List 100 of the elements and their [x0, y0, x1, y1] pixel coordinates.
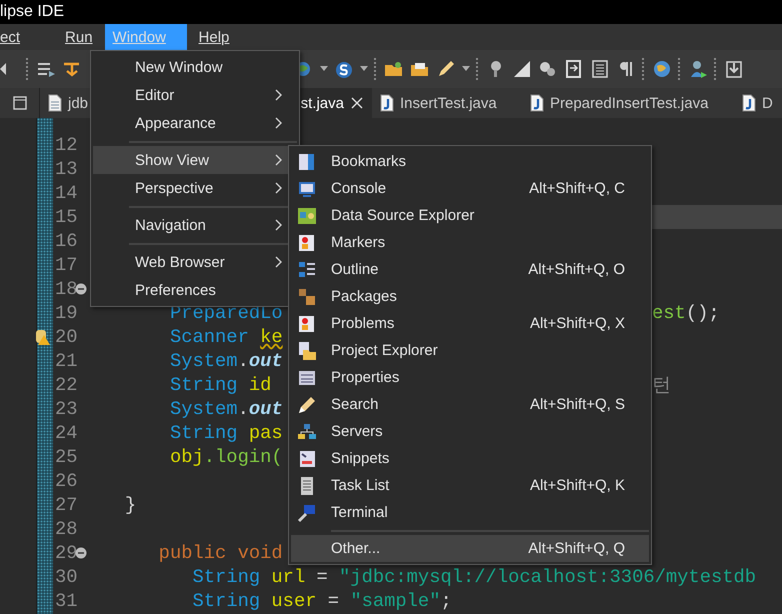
line-number: 31: [54, 590, 78, 612]
java-file-icon: [742, 94, 756, 112]
code-text: .login(: [204, 446, 283, 468]
code-text: out: [248, 350, 283, 372]
menu-item[interactable]: Packages: [291, 283, 649, 310]
close-icon: [350, 96, 364, 110]
code-text: out: [248, 398, 283, 420]
download-icon[interactable]: [724, 59, 744, 79]
line-number: 18: [53, 278, 78, 300]
map-icon: [297, 206, 317, 226]
window-title: lipse IDE: [0, 3, 64, 21]
fold-icon: [75, 283, 87, 295]
triangle-icon[interactable]: [512, 59, 532, 79]
gears-icon[interactable]: [538, 59, 558, 79]
card-icon: [297, 314, 317, 334]
code-text: url: [271, 566, 306, 588]
java-file-icon: [530, 94, 544, 112]
code-text: public void: [158, 542, 283, 564]
code-text: user: [271, 590, 316, 612]
line-number: 23: [54, 398, 78, 420]
caret-icon: [320, 66, 328, 72]
code-text: String: [170, 422, 238, 444]
line-number: 12: [54, 134, 78, 156]
chevron-icon: [275, 117, 283, 129]
line-number: 20: [53, 326, 78, 348]
menu-item[interactable]: Servers: [291, 418, 649, 445]
line-number: 21: [54, 350, 78, 372]
maximize-icon: [12, 96, 26, 110]
line-number: 25: [54, 446, 78, 468]
line-number: 17: [54, 254, 78, 276]
menu-title[interactable]: Help: [190, 24, 238, 50]
line-number: 24: [54, 422, 78, 444]
code-text: PreparedLo: [170, 302, 283, 324]
menu-item[interactable]: Snippets: [291, 445, 649, 472]
line-number: 13: [54, 158, 78, 180]
code-text: pas: [248, 422, 283, 444]
chevron-icon: [275, 182, 283, 194]
line-number: 14: [54, 182, 78, 204]
code-text: "jdbc:mysql://localhost:3306/mytestdb: [339, 566, 756, 588]
boxes-icon: [297, 286, 317, 306]
caret-icon: [360, 66, 368, 72]
code-text: obj: [170, 446, 204, 468]
s-badge-icon[interactable]: [334, 59, 354, 79]
network-icon: [297, 422, 317, 442]
code-text: Scanner: [170, 326, 249, 348]
menu-title[interactable]: ect: [0, 24, 28, 50]
caret-icon: [462, 66, 470, 72]
menu-item[interactable]: Properties: [291, 364, 649, 391]
code-text: String: [170, 374, 238, 396]
document-icon: [48, 94, 62, 112]
fold-icon: [75, 547, 87, 559]
code-text: "sample": [350, 590, 440, 612]
person-icon[interactable]: [688, 59, 708, 79]
line-number: 27: [54, 494, 78, 516]
terminal-icon: [297, 502, 317, 522]
chevron-icon: [275, 256, 283, 268]
chevron-icon: [275, 89, 283, 101]
chevron-icon: [275, 154, 283, 166]
menu-item[interactable]: New Window: [93, 53, 297, 81]
line-number: 19: [54, 302, 78, 324]
menu-title[interactable]: Run: [57, 24, 101, 50]
code-text: =: [316, 566, 328, 588]
line-number: 30: [54, 566, 78, 588]
code-text: String: [192, 590, 260, 612]
code-text: }: [124, 494, 136, 516]
code-text: ();: [686, 302, 720, 324]
code-text: =: [328, 590, 340, 612]
menu-item[interactable]: Other... Alt+Shift+Q, Q: [291, 535, 649, 562]
line-number: 26: [54, 470, 78, 492]
globe-icon[interactable]: [652, 59, 672, 79]
pen-icon[interactable]: [436, 59, 456, 79]
code-text: est: [652, 302, 686, 324]
code-text: System: [170, 398, 238, 420]
code-text: 턴: [652, 374, 671, 398]
menu-item[interactable]: Problems Alt+Shift+Q, X: [291, 310, 649, 337]
menu-item[interactable]: Terminal: [291, 499, 649, 526]
menu-item[interactable]: Task List Alt+Shift+Q, K: [291, 472, 649, 499]
folder-icon: [297, 340, 317, 360]
chevron-icon: [275, 219, 283, 231]
code-text: ;: [440, 590, 452, 612]
code-text: String: [192, 566, 260, 588]
java-file-icon: [380, 94, 394, 112]
line-number: 16: [54, 230, 78, 252]
page-icon[interactable]: [590, 59, 610, 79]
menu-item[interactable]: Search Alt+Shift+Q, S: [291, 391, 649, 418]
code-text: .: [238, 398, 249, 420]
line-number: 22: [54, 374, 78, 396]
book-icon: [297, 152, 317, 172]
outline-icon: [297, 260, 317, 280]
code-text: System: [170, 350, 238, 372]
warning-icon: [35, 328, 51, 346]
folder-icon[interactable]: [384, 59, 404, 79]
line-number: 28: [54, 518, 78, 540]
line-number: 15: [54, 206, 78, 228]
line-number: 29: [53, 542, 78, 564]
pen-icon: [297, 394, 317, 414]
document-icon[interactable]: [564, 59, 584, 79]
snippet-icon: [297, 448, 317, 468]
menu-item[interactable]: Project Explorer: [291, 337, 649, 364]
code-text: .: [238, 350, 249, 372]
